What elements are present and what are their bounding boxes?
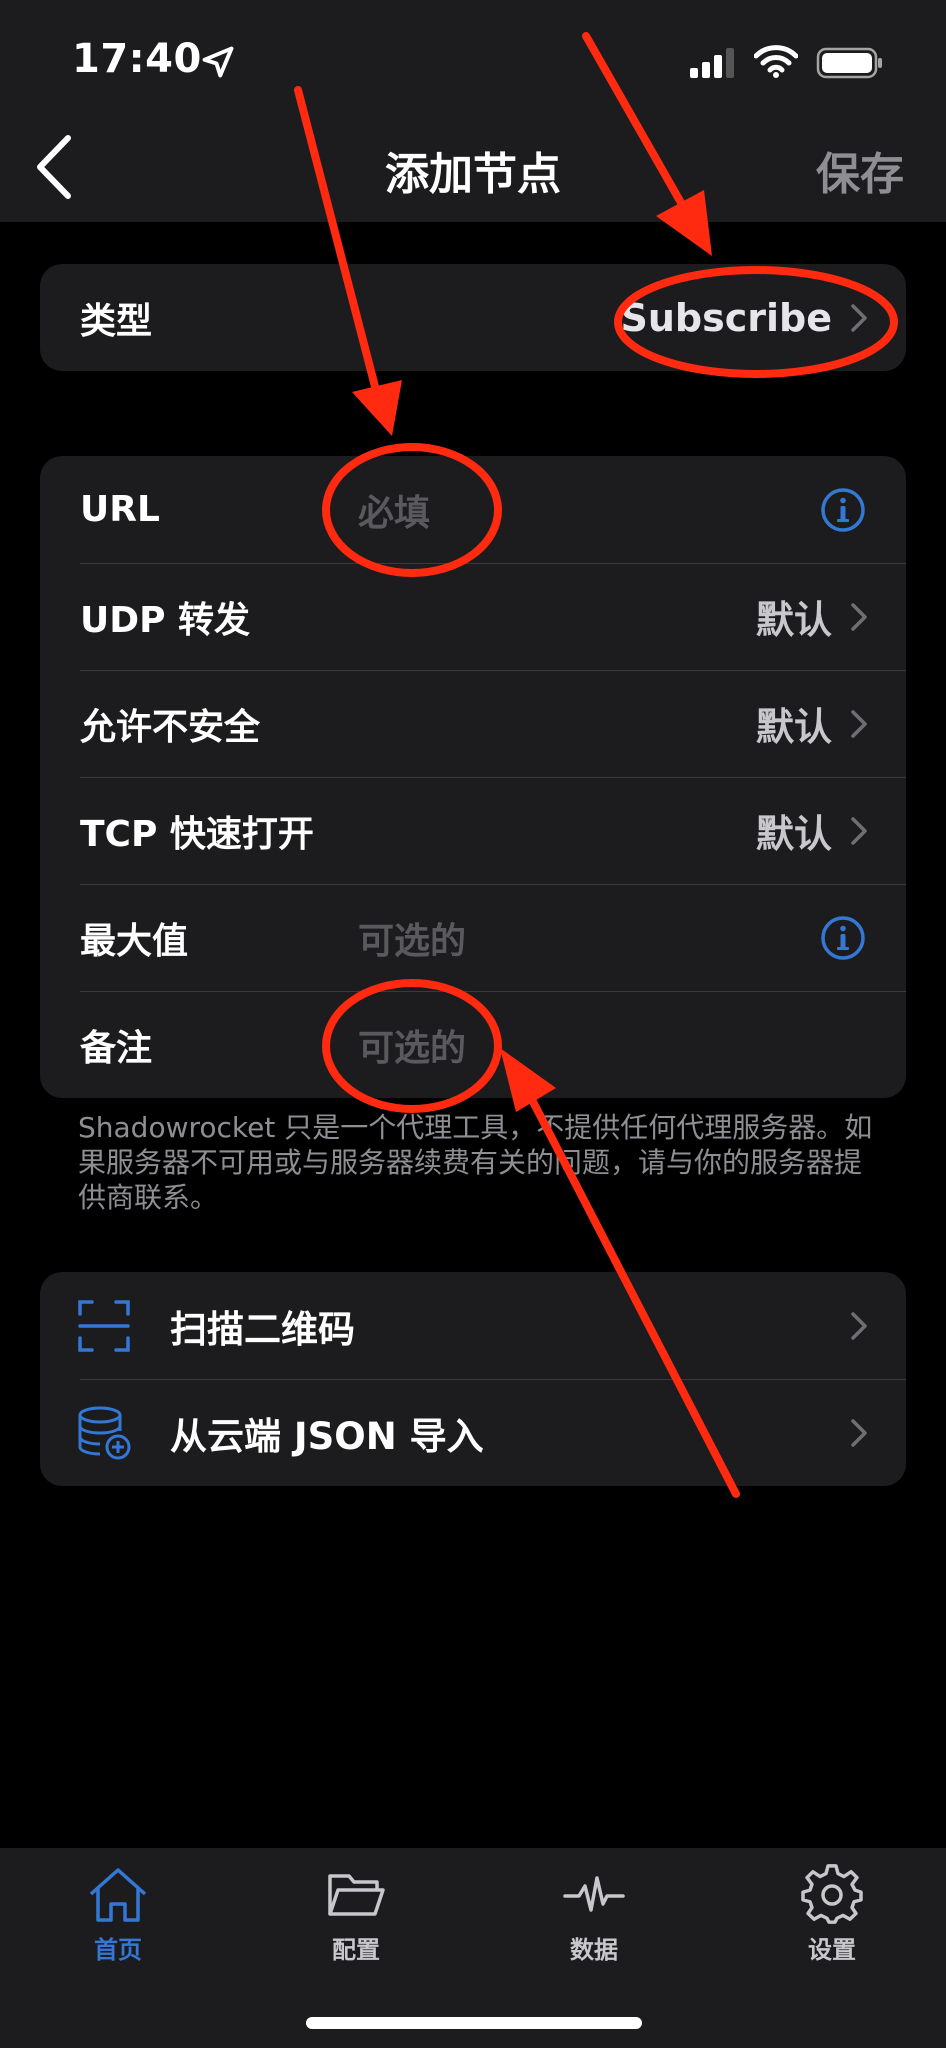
home-icon — [89, 1868, 147, 1922]
pulse-icon — [563, 1876, 625, 1912]
insecure-value: 默认 — [755, 705, 832, 749]
folder-icon — [328, 1874, 385, 1916]
remark-input[interactable]: 可选的 — [358, 1019, 466, 1071]
tfo-label: TCP 快速打开 — [80, 813, 314, 855]
tab-home[interactable]: 首页 — [48, 1864, 188, 1965]
gear-icon — [801, 1864, 863, 1924]
tab-config-label: 配置 — [332, 1936, 380, 1964]
tfo-row[interactable]: TCP 快速打开 默认 — [40, 777, 906, 884]
chevron-right-icon — [851, 709, 867, 738]
scan-qr-row[interactable]: 扫描二维码 — [40, 1272, 906, 1379]
cellular-signal-icon — [690, 48, 734, 78]
remark-label: 备注 — [80, 1027, 153, 1069]
chevron-right-icon — [851, 816, 867, 845]
battery-icon — [816, 47, 882, 79]
insecure-row[interactable]: 允许不安全 默认 — [40, 670, 906, 777]
info-icon[interactable] — [820, 487, 866, 533]
type-group: 类型 Subscribe — [40, 264, 906, 371]
annotation-arrowhead — [352, 380, 402, 436]
page-title: 添加节点 — [385, 149, 561, 200]
chevron-right-icon — [851, 1311, 867, 1340]
save-button[interactable]: 保存 — [816, 138, 904, 202]
chevron-right-icon — [851, 1418, 867, 1447]
disclaimer-text: Shadowrocket 只是一个代理工具，不提供任何代理服务器。如果服务器不可… — [78, 1111, 873, 1214]
tab-config[interactable]: 配置 — [286, 1864, 426, 1965]
chevron-right-icon — [851, 602, 867, 631]
tab-settings[interactable]: 设置 — [762, 1864, 902, 1965]
remark-row[interactable]: 备注 可选的 — [40, 991, 906, 1098]
max-row[interactable]: 最大值 可选的 — [40, 884, 906, 991]
url-input[interactable]: 必填 — [358, 484, 430, 536]
max-input[interactable]: 可选的 — [358, 912, 466, 964]
tfo-value: 默认 — [755, 812, 832, 856]
import-group: 扫描二维码 从云端 JSON 导入 — [40, 1272, 906, 1486]
qr-scan-icon — [78, 1299, 130, 1352]
type-label: 类型 — [80, 300, 153, 342]
location-arrow-icon — [202, 46, 234, 78]
udp-value: 默认 — [755, 598, 832, 642]
status-time: 17:40 — [72, 36, 202, 82]
type-value: Subscribe — [620, 295, 832, 340]
json-import-label: 从云端 JSON 导入 — [170, 1414, 484, 1458]
json-import-row[interactable]: 从云端 JSON 导入 — [40, 1379, 906, 1486]
chevron-right-icon — [851, 303, 867, 332]
tab-data-label: 数据 — [570, 1936, 618, 1964]
max-label: 最大值 — [80, 920, 189, 962]
tab-settings-label: 设置 — [808, 1936, 856, 1964]
udp-label: UDP 转发 — [80, 599, 251, 641]
scan-qr-label: 扫描二维码 — [170, 1307, 355, 1351]
info-icon[interactable] — [820, 915, 866, 961]
top-bar: 17:40 添加节点 保存 — [0, 0, 946, 222]
type-row[interactable]: 类型 Subscribe — [40, 264, 906, 371]
udp-row[interactable]: UDP 转发 默认 — [40, 563, 906, 670]
home-indicator — [306, 2017, 642, 2029]
tab-data[interactable]: 数据 — [524, 1864, 664, 1965]
url-row[interactable]: URL 必填 — [40, 456, 906, 563]
tab-home-label: 首页 — [94, 1936, 142, 1964]
wifi-icon — [754, 45, 798, 78]
database-add-icon — [78, 1406, 131, 1459]
insecure-label: 允许不安全 — [80, 706, 261, 748]
url-label: URL — [80, 489, 160, 530]
settings-group: URL 必填 UDP 转发 默认 允许不安全 默认 TCP 快速打开 默认 最大… — [40, 456, 906, 1098]
